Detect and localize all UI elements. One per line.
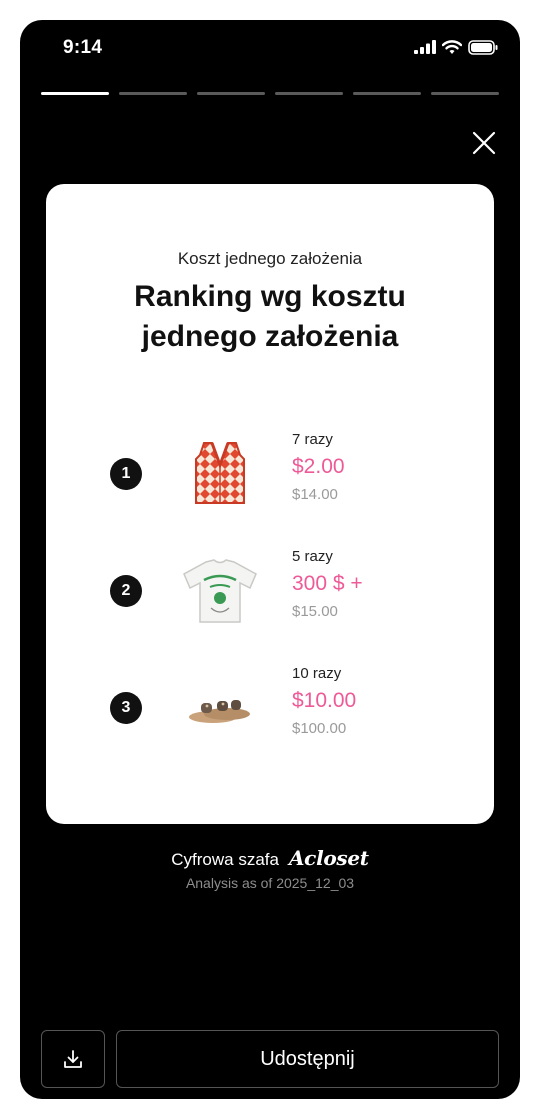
item-price: $100.00 bbox=[292, 720, 347, 737]
item-info: 10 razy $10.00 $100.00 bbox=[292, 664, 356, 740]
status-time: 9:14 bbox=[63, 37, 103, 58]
story-progress-segment bbox=[119, 92, 187, 95]
item-image-vest bbox=[180, 432, 260, 516]
item-price: $14.00 bbox=[292, 486, 338, 503]
brand-prefix: Cyfrowa szafa bbox=[171, 850, 279, 869]
story-progress bbox=[41, 92, 499, 95]
share-button[interactable]: Udostępnij bbox=[116, 1030, 499, 1088]
story-progress-segment bbox=[431, 92, 499, 95]
item-image-sandals bbox=[180, 666, 260, 750]
cost-per-wear: 300 $ + bbox=[292, 572, 363, 595]
item-info: 5 razy 300 $ + $15.00 bbox=[292, 547, 363, 623]
status-icons bbox=[414, 39, 498, 55]
status-bar: 9:14 bbox=[20, 20, 520, 76]
rank-badge: 3 bbox=[110, 692, 142, 724]
vest-icon bbox=[195, 442, 245, 504]
item-price: $15.00 bbox=[292, 603, 338, 620]
cost-per-wear: $10.00 bbox=[292, 689, 357, 712]
brand-logo: Acloset bbox=[288, 846, 369, 870]
signal-icon bbox=[414, 40, 436, 54]
download-icon bbox=[64, 1050, 82, 1068]
analysis-date: Analysis as of 2025_12_03 bbox=[185, 875, 355, 891]
ranking-item[interactable]: 1 7 razy $2.00 $14.00 bbox=[46, 430, 494, 520]
cost-per-wear: $2.00 bbox=[292, 455, 345, 478]
card-title: Ranking wg kosztu jednego założenia bbox=[134, 280, 406, 353]
ranking-card: Koszt jednego założenia Ranking wg koszt… bbox=[46, 184, 494, 824]
wear-count: 5 razy bbox=[292, 548, 333, 565]
sandals-icon bbox=[189, 700, 250, 723]
tshirt-icon bbox=[183, 559, 257, 623]
story-progress-segment bbox=[353, 92, 421, 95]
ranking-item[interactable]: 2 5 razy 300 $ + $15.00 bbox=[46, 547, 494, 637]
rank-badge: 1 bbox=[110, 458, 142, 490]
rank-badge: 2 bbox=[110, 575, 142, 607]
story-progress-segment bbox=[41, 92, 109, 95]
download-button[interactable] bbox=[41, 1030, 105, 1088]
close-icon bbox=[472, 131, 496, 155]
wear-count: 10 razy bbox=[292, 665, 342, 682]
wear-count: 7 razy bbox=[292, 431, 333, 448]
battery-icon bbox=[468, 39, 498, 55]
wifi-icon bbox=[442, 39, 462, 54]
card-subtitle: Koszt jednego założenia bbox=[177, 249, 363, 268]
brand-line: Cyfrowa szafa Acloset bbox=[20, 846, 520, 870]
item-image-tshirt bbox=[180, 549, 260, 633]
story-progress-segment bbox=[275, 92, 343, 95]
ranking-item[interactable]: 3 10 razy $10.00 $100.00 bbox=[46, 664, 494, 754]
story-progress-segment bbox=[197, 92, 265, 95]
item-info: 7 razy $2.00 $14.00 bbox=[292, 430, 345, 506]
close-button[interactable] bbox=[469, 128, 499, 158]
story-screen: 9:14 Koszt jednego założenia Ranking wg … bbox=[20, 20, 520, 1099]
